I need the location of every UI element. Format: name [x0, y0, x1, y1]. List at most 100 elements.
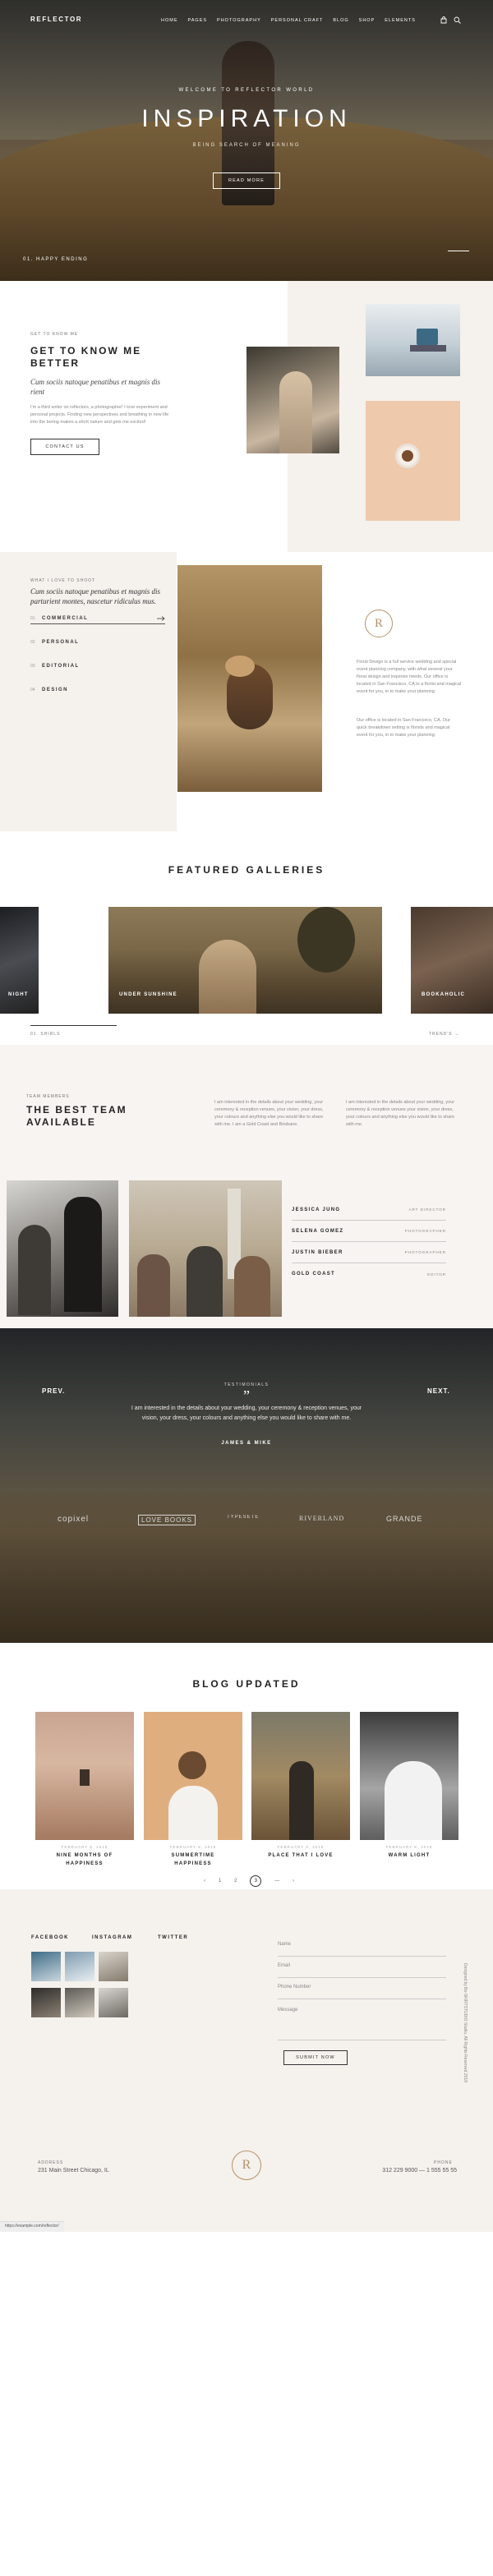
- gallery-next-link[interactable]: TREND'S →: [429, 1032, 459, 1037]
- bag-icon[interactable]: [440, 16, 447, 24]
- name-field[interactable]: Name: [278, 1939, 446, 1957]
- specialty-item-commercial[interactable]: 01 COMMERCIAL: [30, 613, 165, 624]
- client-logo-typesete: TYPESETE: [227, 1515, 260, 1520]
- team-member-row[interactable]: GOLD COAST EDITOR: [292, 1263, 446, 1285]
- blog-pagination: ‹ 1 2 3 — ›: [204, 1875, 294, 1887]
- team-member-name: GOLD COAST: [292, 1272, 335, 1276]
- specialty-item-personal[interactable]: 02 PERSONAL: [30, 637, 165, 648]
- team-kicker: TEAM MEMBERS: [26, 1094, 70, 1099]
- nav-home[interactable]: HOME: [161, 18, 178, 23]
- blog-post-title[interactable]: SUMMERTIME HAPPINESS: [144, 1852, 242, 1868]
- specialty-label: PERSONAL: [42, 640, 80, 645]
- specialty-item-design[interactable]: 04 DESIGN: [30, 684, 165, 696]
- team-member-role: PHOTOGRAPHER: [404, 1250, 446, 1254]
- submit-button[interactable]: SUBMIT NOW: [283, 2050, 348, 2065]
- blog-post-image[interactable]: [35, 1712, 134, 1840]
- blog-post-title-line: HAPPINESS: [66, 1861, 104, 1866]
- footer-facebook-link[interactable]: FACEBOOK: [31, 1935, 69, 1940]
- message-field[interactable]: Message: [278, 2004, 446, 2040]
- instagram-thumb[interactable]: [99, 1952, 128, 1981]
- nav-photography[interactable]: PHOTOGRAPHY: [217, 18, 261, 23]
- blog-post-date: FEBRUARY 9, 2018: [169, 1845, 217, 1849]
- specialty-num: 01: [30, 615, 35, 621]
- page-link[interactable]: 2: [234, 1879, 237, 1884]
- footer-instagram-link[interactable]: INSTAGRAM: [92, 1935, 132, 1940]
- about-lead: Cum sociis natoque penatibus et magnis d…: [30, 378, 160, 396]
- client-logo-riverland: RIVERLAND: [299, 1515, 345, 1522]
- phone-field[interactable]: Phone Number: [278, 1981, 446, 1999]
- blog-post-image[interactable]: [360, 1712, 458, 1840]
- about-body: I'm a third writer on reflectors, a phot…: [30, 405, 169, 425]
- team-member-row[interactable]: JUSTIN BIEBER PHOTOGRAPHER: [292, 1242, 446, 1263]
- footer-twitter-link[interactable]: TWITTER: [158, 1935, 188, 1940]
- specialty-item-editorial[interactable]: 03 EDITORIAL: [30, 660, 165, 672]
- hero-title: INSPIRATION: [141, 105, 352, 132]
- testimonial-prev-button[interactable]: PREV.: [42, 1387, 65, 1395]
- blog-post-title-line: NINE MONTHS OF: [56, 1853, 113, 1858]
- team-text-col2: I am interested in the details about you…: [346, 1100, 455, 1127]
- nav-shop[interactable]: SHOP: [359, 18, 376, 23]
- name-field-label: Name: [278, 1942, 292, 1947]
- instagram-thumb[interactable]: [65, 1952, 94, 1981]
- instagram-thumb[interactable]: [65, 1988, 94, 2017]
- testimonial-section: TESTIMONIALS ” I am interested in the de…: [0, 1328, 493, 1643]
- specialties-image: [177, 565, 322, 792]
- team-member-role: PHOTOGRAPHER: [404, 1229, 446, 1233]
- testimonial-next-button[interactable]: NEXT.: [427, 1387, 450, 1395]
- blog-title: BLOG UPDATED: [192, 1678, 301, 1690]
- hero-overlay: [0, 0, 493, 281]
- blog-post-title-line: SUMMERTIME: [171, 1853, 215, 1858]
- gallery-next-label: TREND'S: [429, 1032, 453, 1037]
- instagram-thumb[interactable]: [31, 1988, 61, 2017]
- page-next-button[interactable]: ›: [293, 1879, 294, 1884]
- hero-slide-label[interactable]: 01. HAPPY ENDING: [23, 257, 88, 262]
- site-logo[interactable]: REFLECTOR: [30, 16, 82, 23]
- team-section: TEAM MEMBERS THE BEST TEAM AVAILABLE I a…: [0, 1045, 493, 1328]
- blog-post-title[interactable]: NINE MONTHS OF HAPPINESS: [35, 1852, 134, 1868]
- team-member-name: JUSTIN BIEBER: [292, 1249, 343, 1255]
- nav-personal-craft[interactable]: PERSONAL CRAFT: [271, 18, 324, 23]
- team-title-line2: AVAILABLE: [26, 1116, 96, 1128]
- specialty-num: 02: [30, 640, 35, 645]
- blog-section: BLOG UPDATED FEBRUARY 9, 2018 NINE MONTH…: [0, 1643, 493, 1889]
- blog-post-image[interactable]: [144, 1712, 242, 1840]
- main-nav: HOME PAGES PHOTOGRAPHY PERSONAL CRAFT BL…: [161, 15, 426, 26]
- blog-post-title[interactable]: WARM LIGHT: [360, 1852, 458, 1860]
- instagram-thumb[interactable]: [31, 1952, 61, 1981]
- phone-field-label: Phone Number: [278, 1985, 311, 1990]
- blog-post-image[interactable]: [251, 1712, 350, 1840]
- nav-elements[interactable]: ELEMENTS: [385, 18, 416, 23]
- search-icon[interactable]: [454, 16, 461, 24]
- gallery-caption-under-sunshine: UNDER SUNSHINE: [119, 992, 177, 997]
- about-title-line1: GET TO KNOW ME: [30, 345, 142, 356]
- gallery-prev-link[interactable]: 01. SHIRLS: [30, 1032, 60, 1037]
- blog-post-title-line: PLACE THAT I LOVE: [268, 1853, 334, 1858]
- gallery-item-bookaholic[interactable]: [411, 907, 493, 1014]
- team-member-row[interactable]: JESSICA JUNG ART DIRECTOR: [292, 1199, 446, 1221]
- hero-section: REFLECTOR HOME PAGES PHOTOGRAPHY PERSONA…: [0, 0, 493, 281]
- page-link-current[interactable]: 3: [250, 1875, 262, 1887]
- team-title: THE BEST TEAM AVAILABLE: [26, 1104, 127, 1129]
- team-member-role: EDITOR: [427, 1272, 446, 1276]
- message-field-label: Message: [278, 2008, 298, 2012]
- instagram-thumb[interactable]: [99, 1988, 128, 2017]
- team-member-row[interactable]: SELENA GOMEZ PHOTOGRAPHER: [292, 1221, 446, 1242]
- team-title-line1: THE BEST TEAM: [26, 1104, 127, 1116]
- nav-pages[interactable]: PAGES: [188, 18, 208, 23]
- client-logo-love-books: LOVE BOOKS: [138, 1515, 196, 1525]
- arrow-right-icon: [157, 615, 165, 621]
- footer-seal: R: [232, 2150, 261, 2180]
- read-more-button[interactable]: READ MORE: [213, 172, 280, 189]
- nav-blog[interactable]: BLOG: [333, 18, 348, 23]
- about-title-line2: BETTER: [30, 357, 80, 369]
- galleries-section: FEATURED GALLERIES NIGHT UNDER SUNSHINE …: [0, 831, 493, 1045]
- team-member-name: SELENA GOMEZ: [292, 1228, 344, 1234]
- gallery-item-night[interactable]: [0, 907, 39, 1014]
- email-field[interactable]: Email: [278, 1960, 446, 1978]
- contact-us-button[interactable]: CONTACT US: [30, 439, 99, 455]
- page-link[interactable]: 1: [219, 1879, 221, 1884]
- page-prev-button[interactable]: ‹: [204, 1879, 205, 1884]
- gallery-item-under-sunshine[interactable]: [108, 907, 382, 1014]
- blog-post-title[interactable]: PLACE THAT I LOVE: [251, 1852, 350, 1860]
- hero-kicker: WELCOME TO REFLECTOR WORLD: [178, 88, 315, 93]
